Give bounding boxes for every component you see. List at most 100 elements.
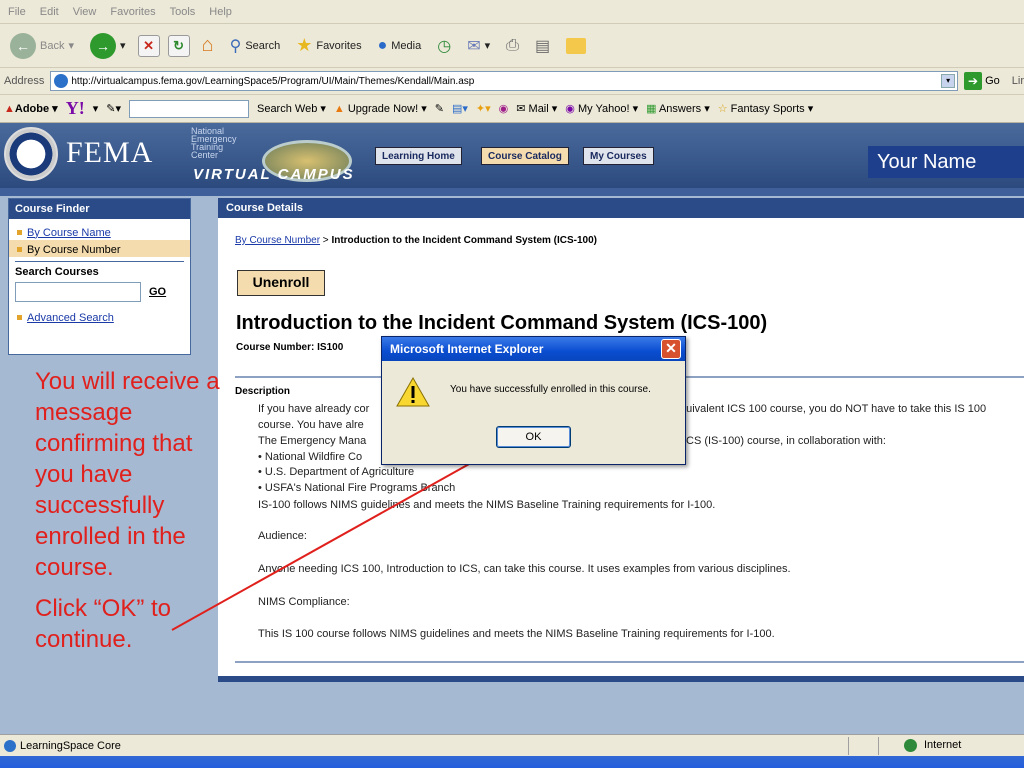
star-icon: ★ <box>296 35 313 55</box>
status-divider <box>848 737 849 755</box>
course-search-input[interactable] <box>15 282 141 302</box>
search-label: Search <box>245 39 281 52</box>
course-number: Course Number: IS100 <box>236 342 344 353</box>
refresh-icon[interactable]: ↻ <box>167 34 190 57</box>
unenroll-button[interactable]: Unenroll <box>237 270 325 296</box>
breadcrumb-link[interactable]: By Course Number <box>235 235 320 246</box>
print-button[interactable]: ⎙ <box>502 30 523 62</box>
globe-icon <box>904 739 917 752</box>
favorites-label: Favorites <box>316 39 362 52</box>
chevron-down-icon: ▾ <box>484 40 491 52</box>
course-title: Introduction to the Incident Command Sys… <box>236 312 768 334</box>
messenger-icon[interactable]: ◉ <box>499 102 509 115</box>
bullet-icon <box>17 315 22 320</box>
search-courses-label: Search Courses <box>15 261 184 278</box>
yahoo-mail-button[interactable]: ✉ Mail ▾ <box>516 102 557 115</box>
dhs-seal-icon <box>4 127 58 181</box>
go-link[interactable]: GO <box>149 286 166 298</box>
taskbar <box>0 756 1024 768</box>
edit-button[interactable]: ▤ <box>531 30 554 62</box>
tab-learning-home[interactable]: Learning Home <box>375 147 462 165</box>
folder-button[interactable] <box>562 30 590 62</box>
search-icon: ⚲ <box>229 37 242 55</box>
upgrade-button[interactable]: ▲ Upgrade Now! ▾ <box>334 102 427 115</box>
my-yahoo-icon: ◉ <box>565 103 575 115</box>
advanced-search-link[interactable]: Advanced Search <box>27 312 114 324</box>
calendar-icon[interactable]: ▤▾ <box>452 102 468 115</box>
go-button[interactable]: ➔ Go <box>964 72 1000 90</box>
standard-toolbar: ← Back ▾ → ▾ ✕ ↻ ⌂ ⚲ Search ★ Favorites … <box>0 24 1024 68</box>
network-name: National Emergency Training Center <box>191 127 237 160</box>
home-button[interactable]: ⌂ <box>198 30 218 62</box>
menu-favorites[interactable]: Favorites <box>110 6 155 18</box>
links-label[interactable]: Lir <box>1012 75 1024 87</box>
virtual-campus-logo: VIRTUAL CAMPUS <box>193 166 355 183</box>
finder-by-course-number[interactable]: By Course Number <box>9 240 190 257</box>
dialog-title: Microsoft Internet Explorer ✕ <box>382 337 685 361</box>
description-line: course. You have alre <box>258 419 364 431</box>
yahoo-logo-icon[interactable]: Y! <box>66 98 85 119</box>
chevron-down-icon[interactable]: ▾ <box>941 74 956 88</box>
menu-help[interactable]: Help <box>209 6 232 18</box>
media-button[interactable]: ● Media <box>374 30 426 62</box>
go-arrow-icon: ➔ <box>964 72 983 90</box>
answers-label: Answers <box>658 103 702 115</box>
chevron-down-icon[interactable]: ▾ <box>93 102 99 115</box>
ok-button[interactable]: OK <box>496 426 571 448</box>
menu-view[interactable]: View <box>73 6 97 18</box>
pencil-icon[interactable]: ✎▾ <box>106 102 121 115</box>
upgrade-label: Upgrade Now! <box>347 103 419 115</box>
go-label: Go <box>985 75 1000 87</box>
menu-tools[interactable]: Tools <box>170 6 196 18</box>
my-yahoo-label: My Yahoo! <box>577 103 630 115</box>
course-finder-title: Course Finder <box>9 199 190 219</box>
answers-button[interactable]: ▦ Answers ▾ <box>646 102 710 115</box>
media-label: Media <box>391 39 422 52</box>
printer-icon: ⎙ <box>506 36 519 54</box>
description-line-right: quivalent ICS 100 course, you do NOT hav… <box>680 403 987 415</box>
alert-dialog: Microsoft Internet Explorer ✕ You have s… <box>381 336 686 465</box>
adobe-icon: ▲ <box>4 103 15 115</box>
forward-button[interactable]: → ▾ <box>86 30 130 62</box>
compass-icon[interactable]: ✦▾ <box>476 102 491 115</box>
favorites-button[interactable]: ★ Favorites <box>292 30 365 62</box>
mail-label: Mail <box>528 103 549 115</box>
close-icon[interactable]: ✕ <box>661 339 681 359</box>
dialog-title-text: Microsoft Internet Explorer <box>390 342 544 356</box>
tab-course-catalog[interactable]: Course Catalog <box>481 147 569 165</box>
annotation-arrow-icon <box>171 446 500 631</box>
security-zone: Internet <box>924 739 962 751</box>
highlighter-icon[interactable]: ✎ <box>435 102 444 115</box>
by-course-name-link[interactable]: By Course Name <box>27 227 111 239</box>
yahoo-search-web-button[interactable]: Search Web ▾ <box>257 102 326 115</box>
mail-button[interactable]: ✉ ▾ <box>463 30 494 62</box>
yahoo-search-input[interactable] <box>128 99 249 118</box>
fantasy-sports-button[interactable]: ☆ Fantasy Sports ▾ <box>718 102 814 115</box>
user-name: Your Name <box>868 146 1024 178</box>
envelope-icon: ✉ <box>516 103 526 115</box>
trophy-icon: ☆ <box>717 103 728 115</box>
back-button[interactable]: ← Back ▾ <box>6 30 78 62</box>
back-label: Back <box>40 39 65 52</box>
yahoo-toolbar: ▲Adobe ▾ Y! ▾ ✎▾ Search Web ▾ ▲ Upgrade … <box>0 95 1024 123</box>
adobe-button[interactable]: ▲Adobe ▾ <box>4 102 58 115</box>
description-label: Description <box>235 386 291 397</box>
finder-by-course-name[interactable]: By Course Name <box>9 223 190 240</box>
history-button[interactable]: ◷ <box>433 30 455 62</box>
stop-icon[interactable]: ✕ <box>137 34 160 57</box>
tab-my-courses[interactable]: My Courses <box>583 147 654 165</box>
finder-advanced-search[interactable]: Advanced Search <box>9 308 190 325</box>
description-line-right: CS (IS-100) course, in collaboration wit… <box>686 435 886 447</box>
search-button[interactable]: ⚲ Search <box>226 30 285 62</box>
by-course-number-label: By Course Number <box>27 243 121 256</box>
dialog-message: You have successfully enrolled in this c… <box>450 384 651 395</box>
status-bar: LearningSpace Core Internet <box>0 734 1024 756</box>
fantasy-label: Fantasy Sports <box>730 103 805 115</box>
media-icon: ● <box>377 36 388 54</box>
my-yahoo-button[interactable]: ◉ My Yahoo! ▾ <box>565 102 638 115</box>
menu-file[interactable]: File <box>8 6 26 18</box>
address-input[interactable]: http://virtualcampus.fema.gov/LearningSp… <box>50 71 959 91</box>
menu-edit[interactable]: Edit <box>40 6 59 18</box>
breadcrumb-current: Introduction to the Incident Command Sys… <box>331 235 598 246</box>
adobe-label: Adobe <box>14 103 50 115</box>
